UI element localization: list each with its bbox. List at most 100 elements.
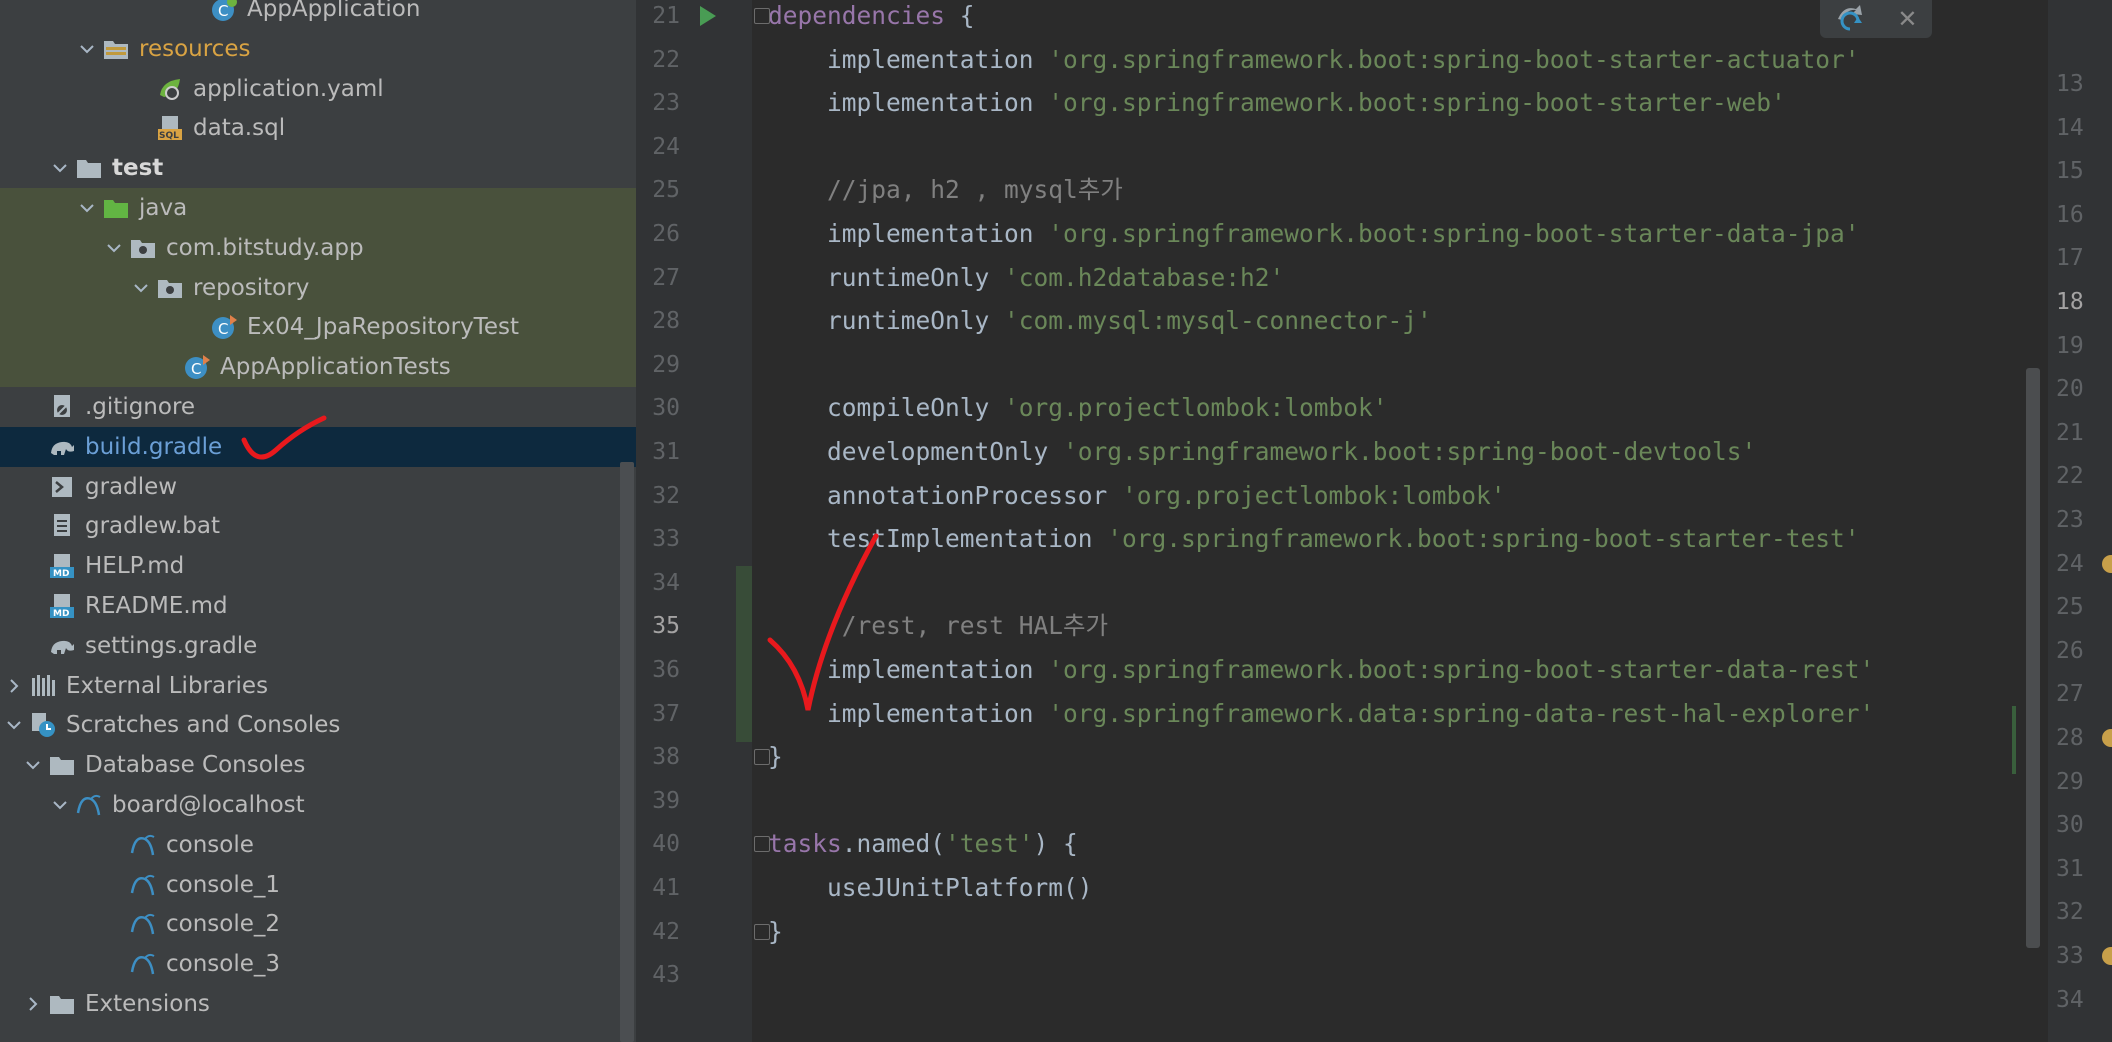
code-line[interactable]: annotationProcessor 'org.projectlombok:l… (768, 474, 1506, 518)
line-number: 35 (652, 613, 680, 640)
tree-item[interactable]: com.bitstudy.app (0, 227, 636, 268)
project-tree-scrollbar[interactable] (620, 462, 634, 1042)
split-line-number: 18 (2056, 289, 2084, 315)
split-line-number: 34 (2056, 986, 2084, 1013)
code-token: 'org.projectlombok:lombok' (1004, 393, 1388, 423)
svg-text:C: C (218, 2, 228, 20)
chevron-down-icon[interactable] (19, 745, 47, 785)
chevron-down-icon[interactable] (46, 785, 74, 825)
tree-item[interactable]: console_3 (0, 944, 636, 984)
code-token: implementation (768, 88, 1049, 118)
code-editor[interactable]: dependencies { implementation 'org.sprin… (752, 0, 2022, 1042)
tree-item[interactable]: java (0, 187, 636, 228)
code-token: 'org.springframework.boot:spring-boot-st… (1107, 524, 1860, 554)
tree-item[interactable]: test (0, 148, 636, 188)
gitignore-file-icon (47, 392, 77, 422)
split-line-number: 25 (2056, 594, 2084, 621)
chevron-down-icon[interactable] (73, 29, 101, 69)
tree-item[interactable]: Database Consoles (0, 745, 636, 785)
folder-icon (74, 153, 104, 183)
gradle-reload-icon[interactable] (1834, 1, 1868, 37)
split-line-number: 16 (2056, 201, 2084, 228)
fold-end-icon[interactable] (754, 923, 770, 940)
tree-item[interactable]: C AppApplication (0, 0, 636, 29)
tree-item-label: console (166, 831, 254, 858)
code-line[interactable]: developmentOnly 'org.springframework.boo… (768, 430, 1756, 474)
code-line[interactable]: compileOnly 'org.projectlombok:lombok' (768, 386, 1388, 430)
chevron-down-icon[interactable] (100, 228, 128, 268)
code-token: //jpa, h2 , mysql추가 (768, 175, 1123, 205)
code-line[interactable]: } (768, 735, 783, 779)
tree-item[interactable]: Scratches and Consoles (0, 705, 636, 745)
tree-item-label: board@localhost (112, 791, 305, 818)
chevron-right-icon[interactable] (19, 984, 47, 1024)
chevron-right-icon[interactable] (0, 666, 28, 706)
tree-item[interactable]: .gitignore (0, 387, 636, 427)
code-line[interactable]: implementation 'org.springframework.boot… (768, 212, 1860, 256)
code-token: 'org.springframework.boot:spring-boot-de… (1063, 437, 1757, 466)
tree-item[interactable]: console_1 (0, 865, 636, 905)
run-gradle-icon[interactable] (698, 4, 718, 28)
tree-item-label: gradlew (85, 473, 178, 500)
mysql-icon (128, 909, 158, 939)
tree-item[interactable]: console_2 (0, 904, 636, 944)
line-number: 42 (652, 918, 680, 945)
code-line[interactable]: implementation 'org.springframework.data… (768, 692, 1874, 736)
fold-collapse-icon[interactable] (754, 836, 770, 853)
code-line[interactable]: //jpa, h2 , mysql추가 (768, 168, 1123, 212)
line-number: 21 (652, 3, 680, 29)
tree-item[interactable]: C Ex04_JpaRepositoryTest (0, 307, 636, 348)
code-token: annotationProcessor (768, 480, 1123, 510)
code-line[interactable]: runtimeOnly 'com.mysql:mysql-connector-j… (768, 299, 1432, 343)
code-line[interactable]: implementation 'org.springframework.boot… (768, 38, 1860, 82)
tree-item[interactable]: C AppApplicationTests (0, 347, 636, 388)
tree-item-label: repository (193, 274, 310, 301)
tree-item[interactable]: MD HELP.md (0, 546, 636, 586)
tree-item[interactable]: console (0, 825, 636, 865)
tree-item[interactable]: settings.gradle (0, 626, 636, 666)
tree-item[interactable]: repository (0, 267, 636, 308)
code-line[interactable]: //rest, rest HAL추가 (768, 604, 1108, 648)
code-token: testImplementation (768, 524, 1108, 554)
code-line[interactable]: implementation 'org.springframework.boot… (768, 648, 1874, 692)
tree-item[interactable]: build.gradle (0, 426, 636, 467)
tree-item[interactable]: MD README.md (0, 586, 636, 626)
code-line[interactable]: dependencies { (768, 0, 975, 38)
close-icon[interactable]: ✕ (1897, 5, 1917, 33)
tree-item[interactable]: gradlew (0, 467, 636, 507)
tree-item[interactable]: External Libraries (0, 666, 636, 706)
tree-item[interactable]: Extensions (0, 984, 636, 1024)
chevron-down-icon[interactable] (127, 268, 155, 308)
code-line[interactable]: } (768, 910, 783, 954)
split-line-number: 33 (2056, 943, 2084, 969)
split-line-number: 24 (2056, 550, 2084, 577)
code-line[interactable]: useJUnitPlatform() (768, 866, 1093, 910)
tree-item-label: Ex04_JpaRepositoryTest (247, 314, 519, 341)
code-token: runtimeOnly (768, 262, 1005, 292)
tree-item[interactable]: resources (0, 29, 636, 69)
tree-item-label: settings.gradle (85, 632, 258, 659)
code-line[interactable]: testImplementation 'org.springframework.… (768, 517, 1860, 561)
mysql-icon (128, 949, 158, 979)
project-tree-panel: C AppApplication resources application.yaml… (0, 0, 636, 1042)
fold-end-icon[interactable] (754, 749, 770, 766)
code-line[interactable]: runtimeOnly 'com.h2database:h2' (768, 256, 1284, 300)
code-line[interactable]: implementation 'org.springframework.boot… (768, 81, 1786, 125)
code-token: 'org.springframework.boot:spring-boot-st… (1048, 655, 1875, 684)
tree-item[interactable]: application.yaml (0, 69, 636, 109)
tree-item[interactable]: board@localhost (0, 785, 636, 825)
chevron-down-icon[interactable] (73, 188, 101, 228)
tree-item[interactable]: gradlew.bat (0, 506, 636, 546)
chevron-down-icon[interactable] (46, 148, 74, 188)
line-number: 39 (652, 787, 680, 814)
vcs-added-lines-marker[interactable] (736, 566, 752, 742)
tree-item-label: Scratches and Consoles (66, 712, 341, 739)
editor-scrollbar[interactable] (2026, 368, 2040, 948)
gutter-marker-icon[interactable] (2102, 554, 2112, 573)
tree-item[interactable]: SQL data.sql (0, 108, 636, 148)
split-line-number: 22 (2056, 463, 2084, 490)
chevron-down-icon[interactable] (0, 705, 28, 745)
fold-collapse-icon[interactable] (754, 8, 770, 24)
code-token: { (945, 1, 975, 30)
code-line[interactable]: tasks.named('test') { (768, 822, 1078, 866)
